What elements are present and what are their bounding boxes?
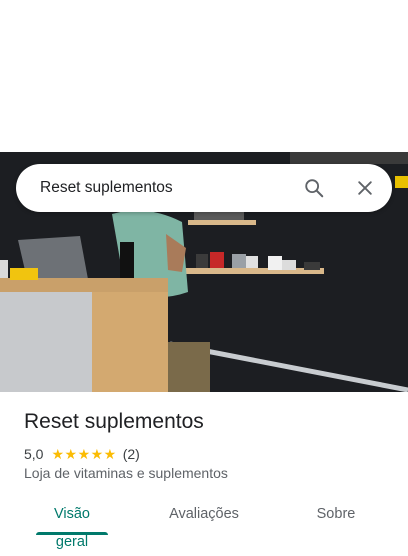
search-icon[interactable]	[298, 172, 330, 204]
rating-value: 5,0	[24, 446, 44, 462]
search-input[interactable]: Reset suplementos	[40, 164, 173, 212]
tab-overview[interactable]: Visão geral	[36, 500, 108, 550]
star-rating-icon: ★★★★★	[51, 445, 117, 462]
place-info-panel: Reset suplementos 5,0 ★★★★★ (2) Loja de …	[0, 392, 408, 550]
tab-bar: Visão geral Avaliações Sobre	[0, 500, 408, 550]
search-bar[interactable]: Reset suplementos	[16, 164, 392, 212]
tab-reviews[interactable]: Avaliações	[164, 500, 244, 544]
active-tab-indicator	[36, 532, 108, 535]
place-category[interactable]: Loja de vitaminas e suplementos	[24, 465, 228, 481]
tab-about[interactable]: Sobre	[312, 500, 360, 544]
rating-row[interactable]: 5,0 ★★★★★ (2)	[24, 444, 140, 464]
place-title: Reset suplementos	[24, 410, 204, 433]
close-icon[interactable]	[349, 172, 381, 204]
review-count: (2)	[122, 446, 140, 462]
